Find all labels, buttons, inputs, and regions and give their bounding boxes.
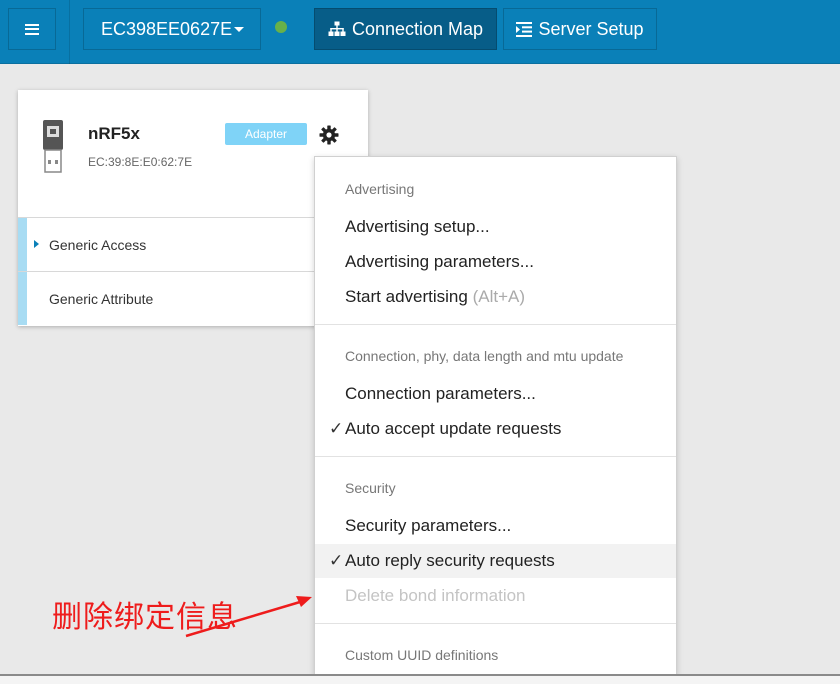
menu-header-advertising: Advertising [345,181,415,197]
menu-item-advertising-setup[interactable]: Advertising setup... [345,217,490,237]
gear-icon[interactable] [319,125,339,150]
toolbar-divider [69,0,70,64]
service-indicator-bar [18,272,27,325]
menu-item-label: Auto reply security requests [345,551,555,570]
caret-down-icon [234,27,244,32]
device-select-dropdown[interactable]: EC398EE0627E [83,8,261,50]
shortcut-hint: (Alt+A) [472,287,526,306]
menu-item-advertising-parameters[interactable]: Advertising parameters... [345,252,534,272]
menu-item-start-advertising[interactable]: Start advertising (Alt+A) [345,287,525,307]
menu-item-delete-bond-information: Delete bond information [345,586,526,605]
connection-status-dot [275,21,287,33]
tab-connection-map-label: Connection Map [351,18,484,39]
menu-header-connection: Connection, phy, data length and mtu upd… [345,348,624,364]
service-indicator-bar [18,218,27,271]
tab-server-setup-label: Server Setup [538,18,644,39]
bottom-scroll-strip [0,674,840,684]
adapter-name: nRF5x [88,124,140,143]
expand-arrow-icon[interactable] [34,240,39,248]
hamburger-menu-button[interactable] [8,8,56,50]
hamburger-icon [25,23,39,35]
service-label: Generic Attribute [49,291,154,307]
checkmark-icon: ✓ [329,419,344,438]
menu-item-security-parameters[interactable]: Security parameters... [345,516,511,536]
menu-item-auto-reply-security[interactable]: ✓ Auto reply security requests [329,551,555,571]
adapter-address: EC:39:8E:E0:62:7E [88,155,193,169]
adapter-settings-menu: Advertising Advertising setup... Adverti… [314,156,677,676]
checkmark-icon: ✓ [329,551,344,570]
menu-divider [315,324,676,325]
usb-dongle-icon [42,120,64,179]
indent-list-icon [516,21,533,37]
menu-item-label: Start advertising [345,287,468,306]
tab-connection-map[interactable]: Connection Map [314,8,497,50]
service-label: Generic Access [49,237,147,253]
menu-item-auto-accept-update[interactable]: ✓ Auto accept update requests [329,419,562,439]
menu-item-connection-parameters[interactable]: Connection parameters... [345,384,536,404]
tab-server-setup[interactable]: Server Setup [503,8,657,50]
adapter-badge: Adapter [225,123,307,145]
menu-divider [315,623,676,624]
menu-header-security: Security [345,480,396,496]
sitemap-icon [328,21,346,37]
menu-item-label: Auto accept update requests [345,419,562,438]
top-toolbar: EC398EE0627E Connection Map Server Setup [0,0,840,64]
annotation-text: 删除绑定信息 [52,600,238,635]
menu-divider [315,456,676,457]
menu-header-custom-uuid: Custom UUID definitions [345,647,499,663]
device-id-label: EC398EE0627E [101,18,233,39]
